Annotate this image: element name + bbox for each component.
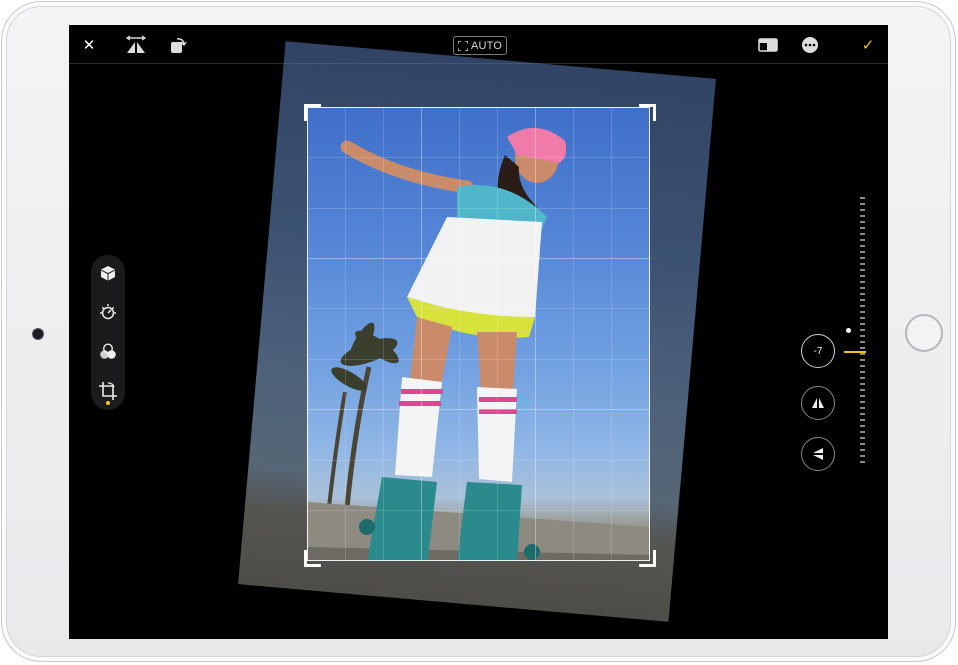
vertical-perspective-icon <box>812 398 824 408</box>
dial-tick <box>860 335 865 337</box>
dial-tick <box>860 353 865 355</box>
auto-straighten-button[interactable]: AUTO <box>453 36 508 55</box>
flip-horizontal-icon <box>125 35 147 53</box>
dial-tick <box>860 431 865 433</box>
dial-tick <box>860 419 865 421</box>
dial-tick <box>860 299 865 301</box>
crop-icon <box>99 382 117 400</box>
dial-tick <box>860 245 865 247</box>
dial-tick <box>860 269 865 271</box>
horizontal-perspective-button[interactable] <box>801 437 835 471</box>
flip-button[interactable] <box>125 34 147 56</box>
dial-current-indicator <box>844 351 866 353</box>
active-tool-indicator <box>106 401 110 405</box>
dial-tick <box>860 209 865 211</box>
crop-handle-top-left[interactable] <box>304 104 321 121</box>
dial-tick <box>860 323 865 325</box>
dial-tick <box>860 383 865 385</box>
close-icon: ✕ <box>82 37 96 54</box>
adjust-button[interactable] <box>96 300 120 324</box>
dial-tick <box>860 293 865 295</box>
crop-handle-bottom-right[interactable] <box>639 550 656 567</box>
dial-tick <box>860 317 865 319</box>
dial-tick <box>860 215 865 217</box>
dial-tick <box>860 365 865 367</box>
dial-tick <box>860 455 865 457</box>
dial-tick <box>860 257 865 259</box>
dial-tick <box>860 329 865 331</box>
dial-tick <box>860 251 865 253</box>
dial-tick <box>860 395 865 397</box>
dial-tick <box>860 341 865 343</box>
dial-tick <box>860 371 865 373</box>
aspect-ratio-button[interactable] <box>757 36 779 54</box>
auto-enhance-button[interactable] <box>96 261 120 285</box>
dial-tick <box>860 377 865 379</box>
rotate-button[interactable] <box>167 34 189 56</box>
dial-tick <box>860 227 865 229</box>
dial-tick <box>860 413 865 415</box>
more-icon <box>802 37 818 53</box>
checkmark-icon: ✓ <box>861 37 875 54</box>
dial-tick <box>860 407 865 409</box>
dial-tick <box>860 359 865 361</box>
crop-tool-button[interactable] <box>96 379 120 403</box>
more-button[interactable] <box>800 35 820 55</box>
crop-handle-bottom-left[interactable] <box>304 550 321 567</box>
dial-tick <box>860 263 865 265</box>
dial-tick <box>860 449 865 451</box>
aspect-ratio-icon <box>758 38 778 52</box>
adjust-icon <box>100 304 116 320</box>
cube-icon <box>101 266 115 281</box>
crop-frame <box>307 107 650 561</box>
dial-tick <box>860 437 865 439</box>
horizontal-perspective-icon <box>813 448 823 460</box>
straighten-dial[interactable] <box>858 197 866 465</box>
dial-tick <box>860 275 865 277</box>
home-button[interactable] <box>905 314 943 352</box>
dial-tick <box>860 401 865 403</box>
dial-tick <box>860 221 865 223</box>
dial-tick <box>860 305 865 307</box>
straighten-button[interactable]: -7 <box>801 334 835 368</box>
dial-tick <box>860 311 865 313</box>
dial-tick <box>860 233 865 235</box>
dial-tick <box>860 203 865 205</box>
dial-tick <box>860 461 865 463</box>
dial-tick <box>860 281 865 283</box>
dial-tick <box>860 389 865 391</box>
filters-button[interactable] <box>96 340 120 364</box>
active-adjustment-dot <box>846 328 851 333</box>
dial-tick <box>860 425 865 427</box>
crop-handle-top-right[interactable] <box>639 104 656 121</box>
dial-tick <box>860 197 865 199</box>
photo-editor-screen: ✕ AUTO ✓ -7 <box>69 25 888 639</box>
dial-tick <box>860 287 865 289</box>
edit-tool-rail <box>91 255 125 410</box>
front-camera <box>33 329 43 339</box>
close-button[interactable]: ✕ <box>79 35 99 55</box>
auto-crop-icon <box>458 40 468 51</box>
dial-tick <box>860 443 865 445</box>
dial-tick <box>860 239 865 241</box>
auto-label: AUTO <box>471 39 503 52</box>
vertical-perspective-button[interactable] <box>801 386 835 420</box>
filters-icon <box>100 343 116 359</box>
straighten-value: -7 <box>813 345 823 357</box>
rotate-icon <box>171 38 187 53</box>
done-button[interactable]: ✓ <box>858 35 878 55</box>
dial-tick <box>860 347 865 349</box>
